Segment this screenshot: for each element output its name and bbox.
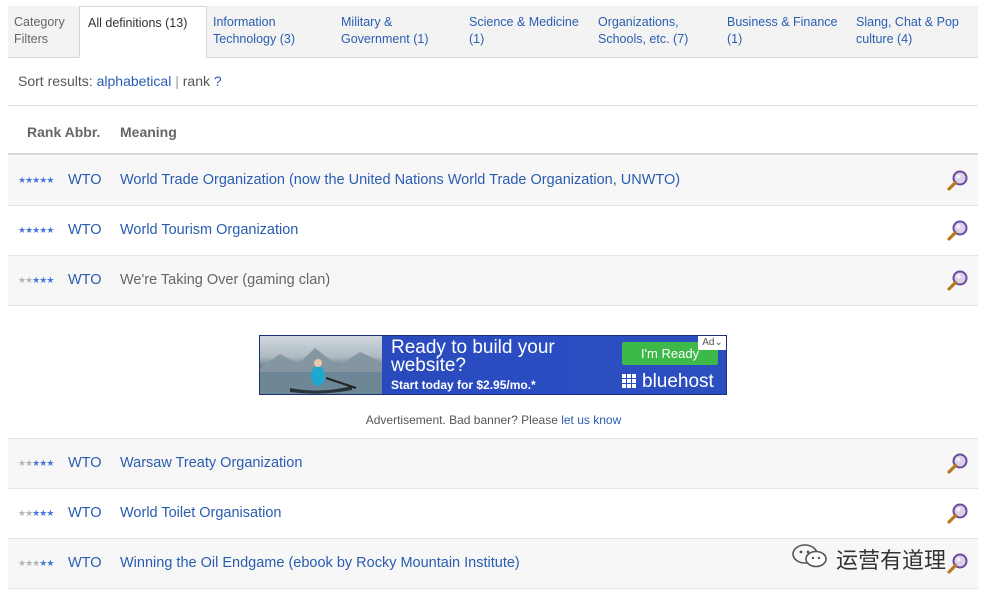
abbr-link[interactable]: WTO	[68, 272, 102, 288]
abbr-link[interactable]: WTO	[68, 172, 102, 188]
rank-stars: ★★★★★	[18, 508, 54, 519]
tab-all-definitions[interactable]: All definitions (13)	[79, 6, 207, 58]
table-row: ★★★★★ WTO Warsaw Treaty Organization	[8, 439, 978, 489]
chevron-down-icon: ⌄	[714, 337, 723, 348]
star-filled-icon: ★	[46, 558, 54, 568]
rank-stars: ★★★★★	[18, 558, 54, 569]
advertisement-banner[interactable]: Ready to build your website? Start today…	[259, 335, 727, 395]
rank-stars: ★★★★★	[18, 275, 54, 286]
header-meaning: Meaning	[120, 124, 177, 140]
wechat-icon	[792, 544, 827, 568]
ad-feedback-link[interactable]: let us know	[561, 413, 621, 427]
abbr-link[interactable]: WTO	[68, 455, 102, 471]
tab-business-finance[interactable]: Business & Finance (1)	[721, 6, 850, 57]
magnifier-icon[interactable]	[946, 169, 970, 193]
abbr-link[interactable]: WTO	[68, 222, 102, 238]
ad-headline: Ready to build your website?	[391, 337, 555, 376]
sort-separator: |	[175, 73, 179, 89]
category-filters-label: Category Filters	[8, 6, 79, 57]
watermark-text: 运营有道理	[836, 548, 947, 573]
meaning-link[interactable]: Winning the Oil Endgame (ebook by Rocky …	[120, 555, 520, 571]
category-filters-text: Category Filters	[14, 15, 65, 46]
tab-military-government[interactable]: Military & Government (1)	[335, 6, 463, 57]
ad-choices-badge[interactable]: Ad⌄	[698, 336, 726, 350]
table-row: ★★★★★ WTO We're Taking Over (gaming clan)	[8, 256, 978, 306]
sort-help-link[interactable]: ?	[214, 73, 222, 89]
tab-label: Slang, Chat & Pop culture (4)	[856, 15, 959, 46]
tab-label: Business & Finance (1)	[727, 15, 838, 46]
sort-rank-link[interactable]: rank	[183, 73, 210, 89]
star-filled-icon: ★	[46, 175, 54, 185]
table-row: ★★★★★ WTO World Trade Organization (now th…	[8, 156, 978, 206]
star-filled-icon: ★	[46, 458, 54, 468]
category-tabs: Category Filters All definitions (13) In…	[8, 6, 978, 58]
meaning-link[interactable]: World Toilet Organisation	[120, 505, 281, 521]
meaning-link[interactable]: World Tourism Organization	[120, 222, 298, 238]
abbr-link[interactable]: WTO	[68, 505, 102, 521]
meaning-link[interactable]: We're Taking Over (gaming clan)	[120, 272, 330, 288]
tab-label: Science & Medicine (1)	[469, 15, 579, 46]
tab-organizations[interactable]: Organizations, Schools, etc. (7)	[592, 6, 721, 57]
sort-prefix: Sort results:	[18, 73, 93, 89]
rank-stars: ★★★★★	[18, 458, 54, 469]
meaning-link[interactable]: Warsaw Treaty Organization	[120, 455, 302, 471]
divider	[8, 105, 978, 106]
header-rank-abbr: Rank Abbr.	[27, 124, 101, 140]
rank-stars: ★★★★★	[18, 225, 54, 236]
tab-label: Information Technology (3)	[213, 15, 295, 46]
tab-information-technology[interactable]: Information Technology (3)	[207, 6, 335, 57]
watermark: 运营有道理	[790, 541, 970, 573]
ad-note: Advertisement. Bad banner? Please let us…	[0, 413, 987, 427]
rank-stars: ★★★★★	[18, 175, 54, 186]
star-filled-icon: ★	[46, 275, 54, 285]
magnifier-icon[interactable]	[946, 502, 970, 526]
star-filled-icon: ★	[46, 508, 54, 518]
meaning-link[interactable]: World Trade Organization (now the United…	[120, 172, 680, 188]
tab-label: Military & Government (1)	[341, 15, 429, 46]
table-header: Rank Abbr. Meaning	[8, 107, 978, 155]
abbr-link[interactable]: WTO	[68, 555, 102, 571]
ad-badge-label: Ad	[702, 337, 715, 348]
ad-note-text: Advertisement. Bad banner? Please	[365, 413, 558, 427]
magnifier-icon[interactable]	[946, 219, 970, 243]
tab-label: All definitions (13)	[88, 16, 188, 30]
bluehost-logo-icon	[622, 374, 636, 388]
table-row: ★★★★★ WTO World Toilet Organisation	[8, 489, 978, 539]
ad-brand: bluehost	[642, 371, 714, 392]
sort-alphabetical-link[interactable]: alphabetical	[97, 73, 172, 89]
star-filled-icon: ★	[46, 225, 54, 235]
magnifier-icon[interactable]	[946, 269, 970, 293]
ad-photo	[260, 336, 382, 394]
table-row: ★★★★★ WTO World Tourism Organization	[8, 206, 978, 256]
ad-subline: Start today for $2.95/mo.*	[391, 378, 536, 392]
tab-science-medicine[interactable]: Science & Medicine (1)	[463, 6, 592, 57]
sort-results: Sort results: alphabetical | rank ?	[18, 73, 222, 89]
magnifier-icon[interactable]	[946, 452, 970, 476]
tab-label: Organizations, Schools, etc. (7)	[598, 15, 689, 46]
tab-slang-chat[interactable]: Slang, Chat & Pop culture (4)	[850, 6, 970, 57]
